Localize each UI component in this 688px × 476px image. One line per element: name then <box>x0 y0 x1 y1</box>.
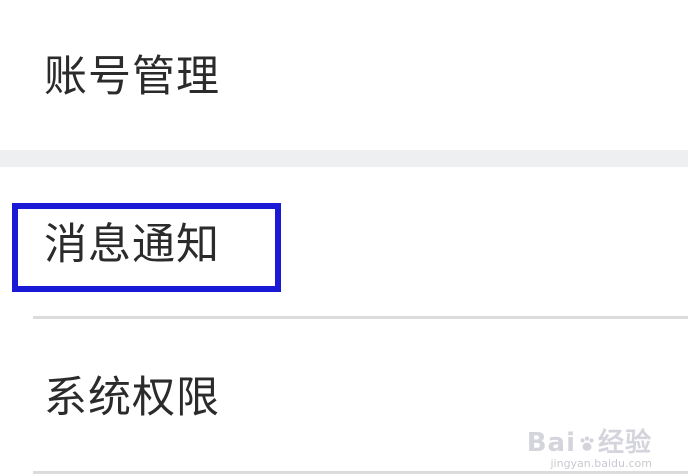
settings-item-message-notifications[interactable]: 消息通知 <box>0 167 688 317</box>
section-separator <box>0 150 688 167</box>
settings-item-account-management[interactable]: 账号管理 <box>0 0 688 150</box>
settings-screen: 账号管理 消息通知 系统权限 Bai 经验 jingyan.baidu.com <box>0 0 688 476</box>
settings-item-label: 系统权限 <box>44 373 220 423</box>
settings-item-label: 账号管理 <box>44 52 220 102</box>
divider <box>33 471 688 474</box>
settings-item-label: 消息通知 <box>44 220 220 270</box>
settings-item-system-permissions[interactable]: 系统权限 <box>0 319 688 471</box>
